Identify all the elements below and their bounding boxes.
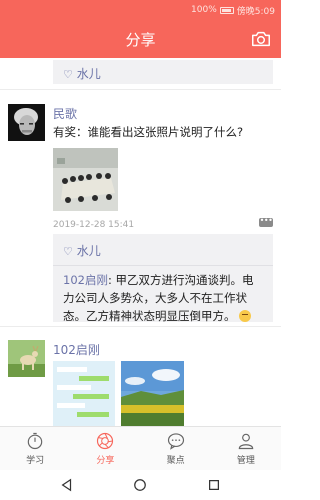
tab-gather[interactable]: 聚点 — [141, 427, 211, 470]
tab-study[interactable]: 学习 — [0, 427, 70, 470]
post-username[interactable]: 民歌 — [53, 105, 77, 122]
stopwatch-icon — [27, 432, 43, 450]
back-icon[interactable] — [60, 478, 74, 492]
chat-bubble-icon — [167, 433, 184, 450]
camera-icon[interactable] — [250, 28, 272, 50]
battery-icon — [219, 6, 234, 14]
divider — [0, 326, 281, 327]
recents-icon[interactable] — [207, 478, 221, 492]
person-icon — [238, 433, 254, 450]
heart-icon: ♡ — [63, 245, 73, 258]
system-nav-bar — [0, 470, 281, 500]
tab-label: 管理 — [236, 456, 255, 466]
like-list: ♡ 水儿 — [53, 60, 273, 84]
post-timestamp: 2019-12-28 15:41 — [53, 220, 135, 230]
home-icon[interactable] — [133, 478, 147, 492]
page-title: 分享 — [125, 30, 156, 49]
heart-icon: ♡ — [63, 68, 73, 81]
bottom-tab-bar: 学习 分享 聚点 管理 — [0, 426, 281, 470]
tab-share[interactable]: 分享 — [70, 427, 140, 470]
header: 分享 — [0, 20, 281, 58]
tab-label: 学习 — [26, 456, 45, 466]
comment-author[interactable]: 102启刚 — [63, 273, 108, 287]
tab-label: 分享 — [96, 456, 115, 466]
post-interactions: ♡ 水儿 102启刚: 甲乙双方进行沟通谈判。电力公司人多势众，大多人不在工作状… — [53, 234, 273, 323]
comment[interactable]: 102启刚: 甲乙双方进行沟通谈判。电力公司人多势众，大多人不在工作状态。乙方精… — [53, 266, 273, 330]
like-row: ♡ 水儿 — [53, 234, 273, 266]
battery-percent: 100% — [191, 5, 217, 15]
divider — [0, 89, 281, 90]
more-options-button[interactable]: ••• — [259, 217, 273, 227]
post-photo[interactable] — [121, 361, 184, 426]
like-user-link[interactable]: 水儿 — [77, 244, 101, 258]
status-time: 傍晚5:09 — [236, 6, 275, 17]
avatar[interactable] — [8, 340, 45, 377]
aperture-icon — [97, 432, 114, 450]
post-text: 有奖：谁能看出这张照片说明了什么? — [53, 125, 244, 139]
feed-list[interactable]: ♡ 水儿 民歌 有奖：谁能看出这张照片说明了什么? 2019-12-28 15:… — [0, 58, 281, 426]
avatar[interactable] — [8, 104, 45, 141]
tab-manage[interactable]: 管理 — [211, 427, 281, 470]
sweat-smile-emoji — [239, 310, 252, 322]
post-photo[interactable] — [53, 148, 118, 211]
status-bar: 100% 傍晚5:09 — [0, 0, 281, 20]
post-username[interactable]: 102启刚 — [53, 341, 100, 358]
post-photo[interactable] — [53, 361, 115, 426]
tab-label: 聚点 — [166, 456, 185, 466]
like-user-link[interactable]: 水儿 — [77, 67, 101, 81]
